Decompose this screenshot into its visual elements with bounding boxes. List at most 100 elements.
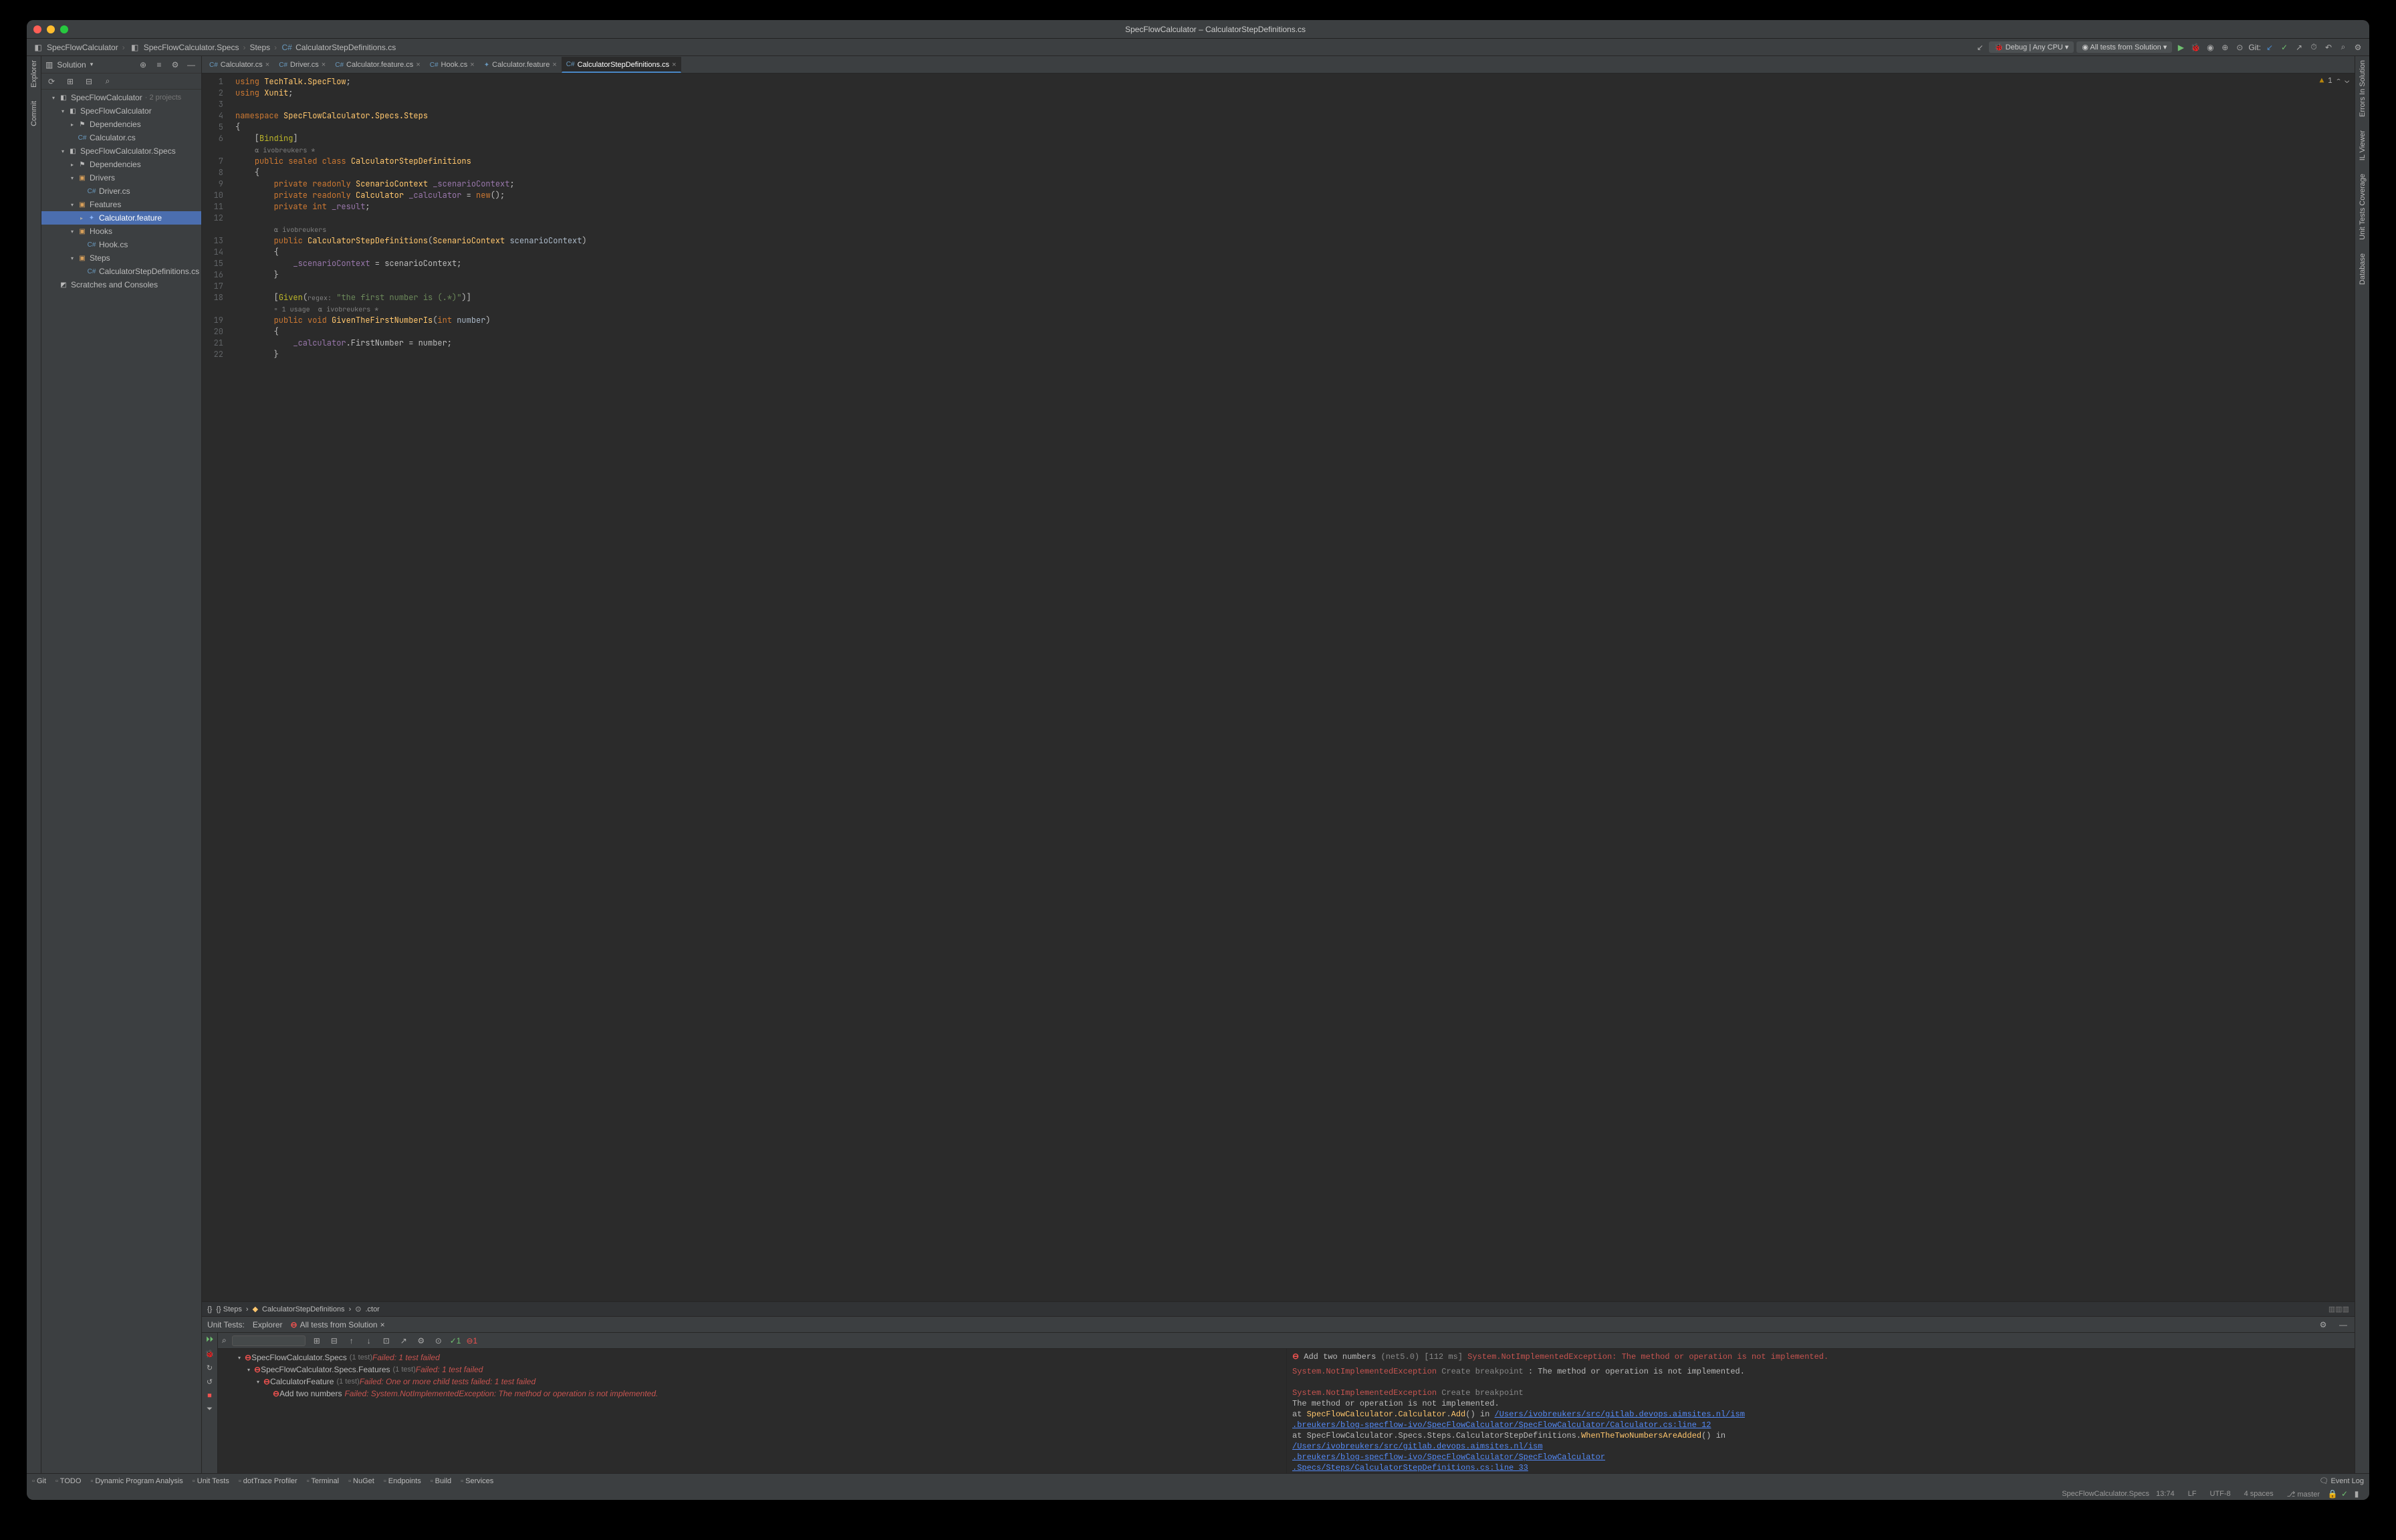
test-tree[interactable]: ▾⊖ SpecFlowCalculator.Specs (1 test) Fai… (218, 1349, 1286, 1473)
export-icon[interactable]: ↗ (398, 1335, 410, 1347)
collapse-icon[interactable]: ⊟ (83, 76, 95, 88)
event-log-button[interactable]: 🗨 Event Log (2319, 1477, 2364, 1485)
test-tree-item[interactable]: ▾⊖ CalculatorFeature (1 test) Failed: On… (218, 1376, 1286, 1388)
build-icon[interactable]: ↙ (1974, 41, 1986, 53)
tree-item[interactable]: ▸✦Calculator.feature (41, 211, 201, 225)
tool-button[interactable]: ▫ Build (431, 1477, 451, 1485)
chevron-down-icon[interactable]: ▾ (90, 61, 94, 68)
tool-button[interactable]: ▫ Git (32, 1477, 46, 1485)
caret-pos[interactable]: 13:74 (2156, 1490, 2175, 1498)
editor-tab[interactable]: C#Calculator.cs× (205, 57, 274, 73)
explorer-tool-tab[interactable]: Explorer (30, 60, 38, 88)
tree-item[interactable]: ▾▣Hooks (41, 225, 201, 238)
editor-tab[interactable]: C#Calculator.feature.cs× (330, 57, 425, 73)
gear-icon[interactable]: ⚙ (2317, 1319, 2329, 1331)
maximize-window-icon[interactable] (60, 25, 68, 33)
tool-button[interactable]: ▫ Dynamic Program Analysis (90, 1477, 183, 1485)
settings-icon[interactable]: ⚙ (2352, 41, 2364, 53)
solution-tree[interactable]: ▾◧SpecFlowCalculator · 2 projects▾◧SpecF… (41, 90, 201, 1473)
tree-item[interactable]: ▾▣Features (41, 198, 201, 211)
coverage-tool-tab[interactable]: Unit Tests Coverage (2359, 174, 2367, 240)
search-icon[interactable]: ⌕ (2337, 41, 2349, 53)
tree-item[interactable]: ▾◧SpecFlowCalculator · 2 projects (41, 91, 201, 104)
code-editor[interactable]: 12345678910111213141516171819202122 usin… (202, 74, 2355, 1301)
commit-tool-tab[interactable]: Commit (30, 101, 38, 126)
test-tree-item[interactable]: ▾⊖ SpecFlowCalculator.Specs.Features (1 … (218, 1364, 1286, 1376)
vcs-commit-icon[interactable]: ✓ (2278, 41, 2290, 53)
tree-item[interactable]: C#CalculatorStepDefinitions.cs (41, 265, 201, 278)
close-icon[interactable]: × (265, 61, 269, 69)
tree-item[interactable]: ◩Scratches and Consoles (41, 278, 201, 291)
sort-icon[interactable]: ≡ (153, 59, 165, 71)
il-viewer-tool-tab[interactable]: IL Viewer (2359, 130, 2367, 160)
target-icon[interactable]: ⊕ (137, 59, 149, 71)
vcs-update-icon[interactable]: ↙ (2264, 41, 2276, 53)
close-icon[interactable]: × (470, 61, 474, 69)
coverage-icon[interactable]: ◉ (2204, 41, 2216, 53)
mem-icon[interactable]: ▮ (2351, 1488, 2363, 1500)
find-icon[interactable]: ⌕ (102, 76, 114, 88)
stop-icon[interactable]: ■ (207, 1392, 212, 1400)
rerun-failed-icon[interactable]: ↺ (207, 1378, 213, 1386)
tree-item[interactable]: ▾◧SpecFlowCalculator.Specs (41, 144, 201, 158)
debug-icon[interactable]: 🐞 (205, 1350, 215, 1358)
code-text[interactable]: using TechTalk.SpecFlow;using Xunit;name… (235, 74, 2355, 1301)
explorer-title[interactable]: Solution (57, 60, 86, 70)
project-icon[interactable]: ◧ (32, 41, 44, 53)
history-icon[interactable]: ⊙ (433, 1335, 445, 1347)
tool-button[interactable]: ▫ Services (461, 1477, 493, 1485)
close-icon[interactable]: × (380, 1320, 385, 1329)
tree-item[interactable]: C#Hook.cs (41, 238, 201, 251)
tree-item[interactable]: ▾▣Drivers (41, 171, 201, 184)
tool-button[interactable]: ▫ TODO (55, 1477, 81, 1485)
tree-item[interactable]: ▾◧SpecFlowCalculator (41, 104, 201, 118)
up-icon[interactable]: ↑ (346, 1335, 358, 1347)
split-icon[interactable]: ▥▥▥ (2328, 1305, 2349, 1313)
session-tab[interactable]: ⊖ All tests from Solution × (291, 1317, 385, 1333)
editor-tab[interactable]: C#CalculatorStepDefinitions.cs× (562, 57, 681, 73)
hide-icon[interactable]: — (2337, 1319, 2349, 1331)
vcs-push-icon[interactable]: ↗ (2293, 41, 2305, 53)
editor-tab[interactable]: C#Driver.cs× (274, 57, 330, 73)
editor-tab[interactable]: ✦Calculator.feature× (479, 57, 562, 73)
eol-label[interactable]: LF (2188, 1490, 2197, 1498)
indent-label[interactable]: 4 spaces (2244, 1490, 2274, 1498)
run-config-selector[interactable]: 🐞 Debug | Any CPU ▾ (1989, 41, 2074, 53)
gear-icon[interactable]: ⚙ (415, 1335, 427, 1347)
test-tree-item[interactable]: ⊖ Add two numbers Failed: System.NotImpl… (218, 1388, 1286, 1400)
minimize-window-icon[interactable] (47, 25, 55, 33)
more-icon[interactable]: ⏷ (207, 1405, 213, 1414)
tool-button[interactable]: ▫ NuGet (348, 1477, 374, 1485)
run-target-selector[interactable]: ◉ All tests from Solution ▾ (2076, 41, 2172, 53)
hide-icon[interactable]: — (185, 59, 197, 71)
sync-icon[interactable]: ⟳ (45, 76, 57, 88)
encoding-label[interactable]: UTF-8 (2209, 1490, 2230, 1498)
close-window-icon[interactable] (33, 25, 41, 33)
tool-button[interactable]: ▫ Terminal (307, 1477, 339, 1485)
tree-item[interactable]: ▾▣Steps (41, 251, 201, 265)
branch-label[interactable]: ⎇ master (2287, 1490, 2320, 1499)
vcs-revert-icon[interactable]: ↶ (2322, 41, 2334, 53)
close-icon[interactable]: × (322, 61, 326, 69)
tool-button[interactable]: ▫ Unit Tests (193, 1477, 229, 1485)
crumb[interactable]: Steps (249, 43, 270, 52)
gear-icon[interactable]: ⚙ (169, 59, 181, 71)
crumb[interactable]: SpecFlowCalculator (47, 43, 118, 52)
tree-item[interactable]: ▸⚑Dependencies (41, 158, 201, 171)
profile-icon[interactable]: ⊕ (2219, 41, 2231, 53)
lock-icon[interactable]: 🔒 (2326, 1488, 2339, 1500)
editor-tab[interactable]: C#Hook.cs× (425, 57, 479, 73)
errors-tool-tab[interactable]: Errors In Solution (2359, 60, 2367, 117)
grid-icon[interactable]: ⊡ (380, 1335, 392, 1347)
chevron-up-icon[interactable]: ⌃ (2337, 76, 2341, 86)
tool-button[interactable]: ▫ Endpoints (384, 1477, 421, 1485)
close-icon[interactable]: × (672, 61, 676, 69)
chevron-down-icon[interactable]: ⌄ (2345, 76, 2349, 86)
rerun-icon[interactable]: ↻ (207, 1364, 213, 1372)
crumb[interactable]: CalculatorStepDefinitions.cs (295, 43, 396, 52)
vcs-history-icon[interactable]: ⏱ (2308, 41, 2320, 53)
collapse-all-icon[interactable]: ⊟ (328, 1335, 340, 1347)
tree-item[interactable]: C#Calculator.cs (41, 131, 201, 144)
close-icon[interactable]: × (416, 61, 420, 69)
debug-icon[interactable]: 🐞 (2189, 41, 2201, 53)
